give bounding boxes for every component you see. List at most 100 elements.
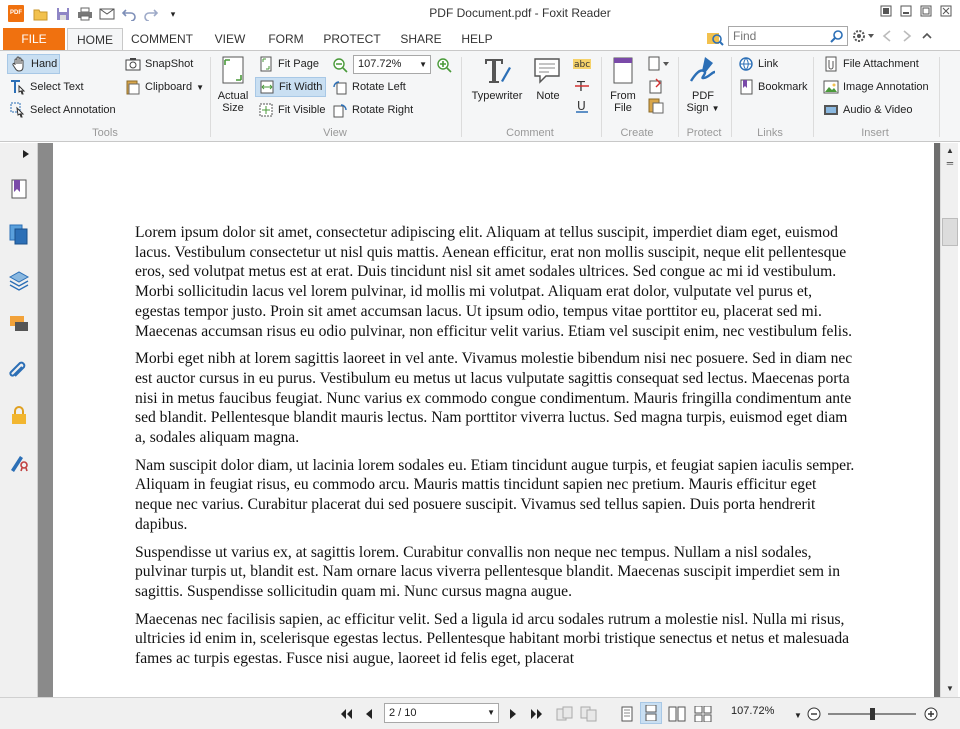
document-view[interactable]: Lorem ipsum dolor sit amet, consectetur … (53, 143, 934, 697)
continuous-page-icon[interactable] (640, 702, 662, 724)
zoom-slider[interactable] (828, 708, 916, 720)
actual-size-label-2: Size (222, 102, 244, 114)
pages-panel-icon[interactable] (8, 223, 30, 245)
tab-protect[interactable]: PROTECT (314, 28, 390, 50)
fit-width-button[interactable]: Fit Width (255, 77, 326, 97)
redo-icon[interactable] (142, 5, 160, 23)
note-button[interactable]: Note (531, 55, 565, 102)
open-icon[interactable] (32, 5, 50, 23)
from-file-button[interactable]: From File (606, 55, 640, 114)
next-view-icon[interactable] (580, 704, 598, 724)
signatures-panel-icon[interactable] (8, 450, 30, 472)
collapse-ribbon-icon[interactable] (920, 29, 934, 46)
search-icon[interactable] (830, 29, 844, 46)
blank-page-icon[interactable] (647, 56, 671, 72)
file-attachment-button[interactable]: File Attachment (823, 54, 919, 74)
select-text-button[interactable]: Select Text (10, 77, 84, 97)
zoom-dropdown-icon[interactable]: ▼ (792, 705, 804, 725)
continuous-facing-icon[interactable] (694, 704, 712, 724)
hand-tool-button[interactable]: Hand (7, 54, 60, 74)
create-group-label: Create (620, 127, 654, 139)
rotate-left-button[interactable]: Rotate Left (332, 77, 406, 97)
audio-video-button[interactable]: Audio & Video (823, 100, 913, 120)
email-icon[interactable] (98, 5, 116, 23)
zoom-slider-knob[interactable] (870, 708, 875, 720)
single-page-icon[interactable] (618, 704, 636, 724)
zoom-in-icon[interactable] (923, 704, 939, 724)
fit-page-button[interactable]: Fit Page (258, 54, 319, 74)
undo-icon[interactable] (120, 5, 138, 23)
divider (461, 57, 462, 137)
zoom-in-icon[interactable] (436, 57, 452, 73)
last-page-icon[interactable] (529, 704, 545, 724)
security-lock-icon[interactable] (8, 404, 30, 426)
settings-gear-icon[interactable] (852, 29, 874, 46)
fit-visible-button[interactable]: Fit Visible (258, 100, 325, 120)
pdf-sign-button[interactable]: PDF Sign ▼ (684, 55, 722, 115)
select-text-icon (10, 79, 26, 95)
strikeout-icon[interactable]: T (574, 78, 590, 94)
clipboard-button[interactable]: Clipboard ▼ (125, 77, 204, 97)
previous-view-icon[interactable] (556, 704, 574, 724)
actual-size-button[interactable]: Actual Size (216, 55, 250, 114)
zoom-select[interactable]: 107.72% ▼ (353, 55, 431, 74)
highlight-text-icon[interactable]: abc (573, 56, 591, 72)
scroll-down-icon[interactable]: ▼ (943, 683, 957, 695)
clipboard-create-icon[interactable] (648, 98, 664, 114)
select-annotation-label: Select Annotation (30, 104, 116, 116)
typewriter-button[interactable]: Typewriter (468, 55, 526, 102)
minimize-icon[interactable] (898, 4, 914, 18)
split-handle-icon[interactable]: ═ (943, 157, 957, 169)
zoom-out-icon[interactable] (806, 704, 822, 724)
scroll-thumb[interactable] (942, 218, 958, 246)
tab-file[interactable]: FILE (3, 28, 65, 50)
tab-comment[interactable]: COMMENT (126, 28, 198, 50)
layers-panel-icon[interactable] (8, 269, 30, 291)
panel-splitter[interactable] (38, 143, 53, 697)
attachments-panel-icon[interactable] (8, 358, 30, 380)
typewriter-label: Typewriter (471, 90, 523, 102)
rotate-right-button[interactable]: Rotate Right (332, 100, 413, 120)
pdf-sign-icon (687, 55, 719, 90)
search-input[interactable] (729, 27, 827, 45)
expand-panel-icon[interactable] (20, 147, 32, 161)
snapshot-button[interactable]: SnapShot (125, 54, 193, 74)
select-annotation-button[interactable]: Select Annotation (10, 100, 116, 120)
comments-panel-icon[interactable] (8, 313, 30, 335)
scanner-icon[interactable] (648, 78, 664, 94)
tab-help[interactable]: HELP (454, 28, 500, 50)
underline-icon[interactable]: U (574, 98, 590, 114)
next-result-icon[interactable] (900, 29, 914, 46)
facing-pages-icon[interactable] (668, 704, 686, 724)
rotate-left-label: Rotate Left (352, 81, 406, 93)
first-page-icon[interactable] (338, 704, 354, 724)
zoom-out-icon[interactable] (332, 57, 348, 73)
link-label: Link (758, 58, 779, 70)
image-annotation-button[interactable]: Image Annotation (823, 77, 929, 97)
divider (813, 57, 814, 137)
close-icon[interactable] (938, 4, 954, 18)
chevron-down-icon: ▼ (419, 60, 427, 69)
tab-home[interactable]: HOME (67, 28, 123, 51)
next-page-icon[interactable] (506, 704, 520, 724)
scroll-up-icon[interactable]: ▲ (943, 145, 957, 157)
print-icon[interactable] (76, 5, 94, 23)
vertical-scrollbar[interactable]: ▲ ═ ▼ (940, 143, 958, 697)
status-zoom[interactable]: 107.72% (731, 705, 774, 717)
status-zoom-value: 107.72% (731, 705, 775, 717)
customize-icon[interactable]: ▾ (164, 5, 182, 23)
tab-share[interactable]: SHARE (390, 28, 452, 50)
tab-view[interactable]: VIEW (200, 28, 260, 50)
restore-icon[interactable] (878, 4, 894, 18)
previous-page-icon[interactable] (362, 704, 376, 724)
tab-form[interactable]: FORM (260, 28, 312, 50)
bookmark-button[interactable]: Bookmark (738, 77, 808, 97)
link-button[interactable]: Link (738, 54, 778, 74)
save-icon[interactable] (54, 5, 72, 23)
find-tool-icon[interactable] (706, 30, 724, 49)
bookmarks-panel-icon[interactable] (8, 178, 30, 200)
page-number-field[interactable]: 2 / 10 ▼ (384, 703, 499, 723)
prev-result-icon[interactable] (880, 29, 894, 46)
protect-group-label: Protect (686, 127, 722, 139)
maximize-icon[interactable] (918, 4, 934, 18)
